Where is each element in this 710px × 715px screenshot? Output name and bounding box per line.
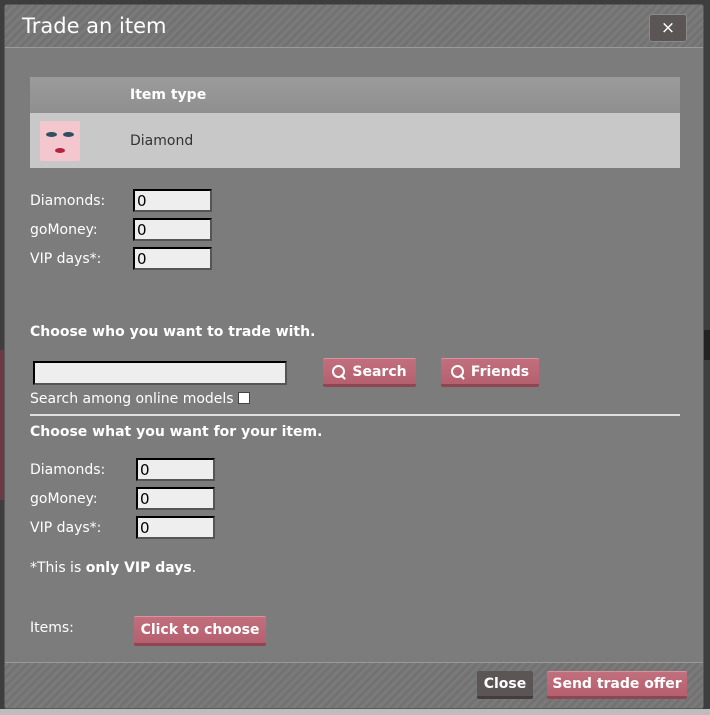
click-to-choose-label: Click to choose xyxy=(140,622,260,638)
item-type-header: Item type xyxy=(130,87,207,103)
offer-diamonds-label: Diamonds: xyxy=(30,193,106,209)
vip-note: *This is only VIP days. xyxy=(30,560,196,576)
search-button-label: Search xyxy=(352,363,407,380)
want-vip-label: VIP days*: xyxy=(30,520,102,536)
offer-gomoney-label: goMoney: xyxy=(30,222,98,238)
items-table-header: Item type xyxy=(30,77,680,113)
section-divider xyxy=(30,414,680,416)
friends-button[interactable]: Friends xyxy=(441,358,539,387)
send-trade-offer-button[interactable]: Send trade offer xyxy=(547,671,687,699)
offer-diamonds-input[interactable] xyxy=(133,189,212,212)
items-table: Item type Diamond xyxy=(30,77,680,168)
offer-gomoney-input[interactable] xyxy=(133,218,212,241)
want-diamonds-label: Diamonds: xyxy=(30,462,106,478)
friends-search-icon xyxy=(450,364,465,379)
online-models-label: Search among online models xyxy=(30,391,234,407)
avatar-lips xyxy=(55,147,65,153)
items-label: Items: xyxy=(30,620,74,636)
search-icon xyxy=(332,364,346,379)
click-to-choose-button[interactable]: Click to choose xyxy=(134,616,266,646)
search-button[interactable]: Search xyxy=(323,358,416,387)
item-name: Diamond xyxy=(130,132,194,149)
online-models-checkbox[interactable] xyxy=(238,392,250,404)
want-gomoney-input[interactable] xyxy=(136,487,215,510)
want-vip-input[interactable] xyxy=(136,516,215,539)
want-diamonds-input[interactable] xyxy=(136,458,215,481)
offer-vip-label: VIP days*: xyxy=(30,251,102,267)
avatar-eye-right xyxy=(63,131,74,137)
vip-note-prefix: *This is xyxy=(30,560,86,576)
close-icon[interactable]: × xyxy=(649,14,687,42)
dialog-title: Trade an item xyxy=(22,14,167,38)
item-avatar xyxy=(40,120,80,161)
want-heading: Choose what you want for your item. xyxy=(30,424,323,440)
avatar-eye-left xyxy=(46,131,57,137)
backdrop-right-strip xyxy=(704,330,710,360)
item-image-cell xyxy=(30,113,130,168)
trade-dialog: Trade an item × Item type Diamond Diamon… xyxy=(4,4,704,709)
backdrop-bottom-strip xyxy=(0,709,710,715)
trade-with-heading: Choose who you want to trade with. xyxy=(30,324,316,340)
header-empty-cell xyxy=(30,77,130,113)
vip-note-suffix: . xyxy=(191,560,197,576)
want-gomoney-label: goMoney: xyxy=(30,491,98,507)
send-trade-offer-label: Send trade offer xyxy=(552,676,682,692)
friends-button-label: Friends xyxy=(470,363,530,380)
offer-vip-input[interactable] xyxy=(133,247,212,270)
dialog-footer: Close Send trade offer xyxy=(5,662,703,708)
vip-note-emphasis: only VIP days xyxy=(85,560,192,576)
dialog-titlebar: Trade an item × xyxy=(5,5,703,48)
search-input[interactable] xyxy=(33,361,287,385)
table-row[interactable]: Diamond xyxy=(30,113,680,168)
close-button[interactable]: Close xyxy=(477,671,533,699)
